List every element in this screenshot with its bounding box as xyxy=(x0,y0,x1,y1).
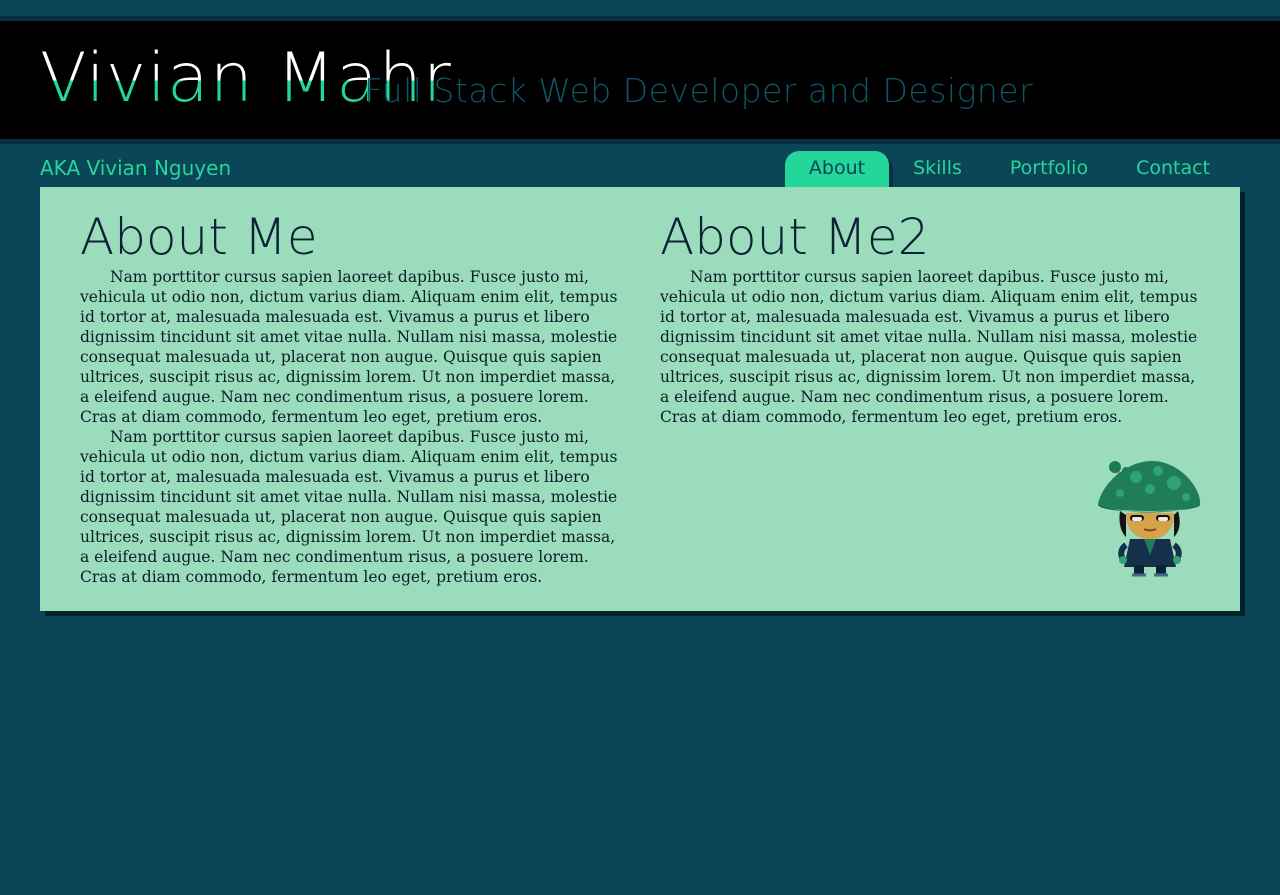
about-section-2: About Me2 Nam porttitor cursus sapien la… xyxy=(660,207,1200,427)
nav-item-portfolio[interactable]: Portfolio xyxy=(986,151,1112,187)
nav-item-skills[interactable]: Skills xyxy=(889,151,986,187)
about-heading-2: About Me2 xyxy=(660,208,930,266)
mushroom-hat-character-icon xyxy=(1096,459,1204,577)
main-nav: About Skills Portfolio Contact xyxy=(784,151,1234,187)
nav-item-contact[interactable]: Contact xyxy=(1112,151,1234,187)
about-paragraph-2: Nam porttitor cursus sapien laoreet dapi… xyxy=(660,268,1198,426)
about-heading: About Me xyxy=(80,208,318,266)
nav-item-about[interactable]: About xyxy=(784,151,890,187)
top-strip xyxy=(0,0,1280,16)
about-section: About Me Nam porttitor cursus sapien lao… xyxy=(80,207,620,587)
about-paragraph: Nam porttitor cursus sapien laoreet dapi… xyxy=(80,268,618,426)
site-banner: Vivian Mahr Full Stack Web Developer and… xyxy=(0,16,1280,144)
site-tagline: Full Stack Web Developer and Designer xyxy=(364,71,1034,110)
about-paragraph: Nam porttitor cursus sapien laoreet dapi… xyxy=(80,428,618,586)
aka-name: AKA Vivian Nguyen xyxy=(40,156,232,180)
content-panel: About Me Nam porttitor cursus sapien lao… xyxy=(40,187,1240,611)
